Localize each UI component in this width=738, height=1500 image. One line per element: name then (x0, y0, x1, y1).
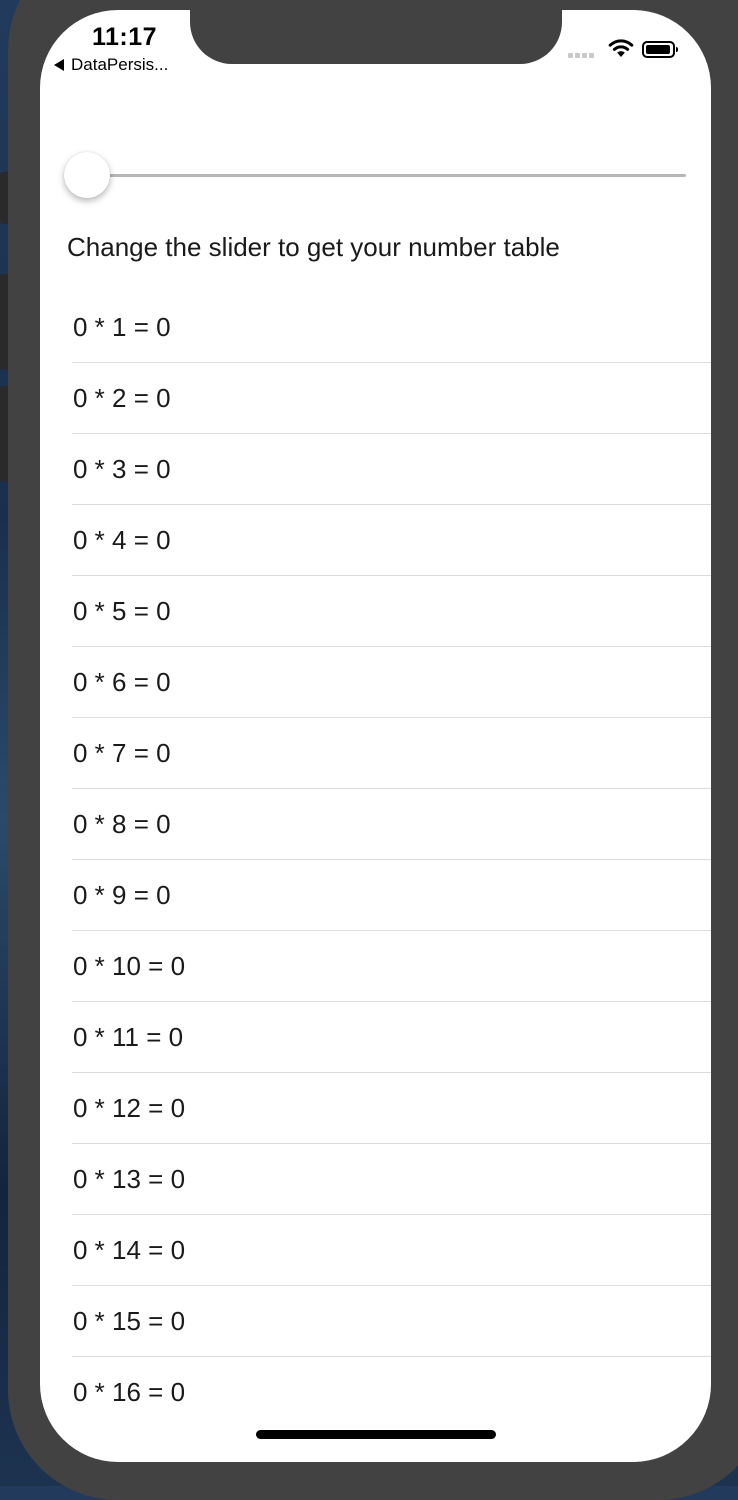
table-row[interactable]: 0 * 16 = 0 (72, 1357, 711, 1427)
table-row[interactable]: 0 * 5 = 0 (72, 576, 711, 647)
battery-icon (642, 41, 678, 58)
wifi-icon (608, 39, 634, 57)
table-row-label: 0 * 6 = 0 (73, 666, 171, 697)
slider-instruction-label: Change the slider to get your number tab… (67, 232, 560, 262)
table-row-label: 0 * 2 = 0 (73, 382, 171, 413)
notch (190, 10, 562, 64)
back-arrow-icon (54, 59, 64, 71)
table-row-label: 0 * 11 = 0 (73, 1021, 184, 1052)
table-row-label: 0 * 4 = 0 (73, 524, 171, 555)
table-row[interactable]: 0 * 9 = 0 (72, 860, 711, 931)
slider-track (64, 174, 686, 177)
table-row[interactable]: 0 * 14 = 0 (72, 1215, 711, 1286)
table-row[interactable]: 0 * 7 = 0 (72, 718, 711, 789)
table-row-label: 0 * 7 = 0 (73, 737, 171, 768)
table-row-label: 0 * 13 = 0 (73, 1163, 186, 1194)
table-row[interactable]: 0 * 15 = 0 (72, 1286, 711, 1357)
table-row-label: 0 * 14 = 0 (73, 1234, 186, 1265)
number-slider[interactable] (64, 152, 686, 198)
status-time: 11:17 (92, 23, 158, 51)
table-row-label: 0 * 1 = 0 (73, 311, 171, 342)
table-row[interactable]: 0 * 4 = 0 (72, 505, 711, 576)
table-row[interactable]: 0 * 11 = 0 (72, 1002, 711, 1073)
table-row[interactable]: 0 * 12 = 0 (72, 1073, 711, 1144)
home-indicator[interactable] (256, 1430, 496, 1439)
table-row[interactable]: 0 * 8 = 0 (72, 789, 711, 860)
table-row[interactable]: 0 * 6 = 0 (72, 647, 711, 718)
back-to-app-button[interactable]: DataPersis... (54, 55, 168, 75)
device-screen: 11:17 DataPersis... Change the slider to… (40, 10, 711, 1462)
back-app-label: DataPersis... (71, 55, 169, 74)
slider-thumb[interactable] (64, 152, 110, 198)
table-row-label: 0 * 3 = 0 (73, 453, 171, 484)
table-row[interactable]: 0 * 13 = 0 (72, 1144, 711, 1215)
table-row[interactable]: 0 * 1 = 0 (72, 292, 711, 363)
table-row-label: 0 * 9 = 0 (73, 879, 171, 910)
table-row-label: 0 * 16 = 0 (73, 1376, 186, 1407)
table-row-label: 0 * 12 = 0 (73, 1092, 186, 1123)
table-row-label: 0 * 8 = 0 (73, 808, 171, 839)
number-table-list: 0 * 1 = 0 0 * 2 = 0 0 * 3 = 0 0 * 4 = 0 0 * … (72, 292, 711, 1427)
table-row-label: 0 * 10 = 0 (73, 950, 186, 981)
cellular-signal-icon (568, 53, 594, 58)
table-row[interactable]: 0 * 10 = 0 (72, 931, 711, 1002)
table-row-label: 0 * 15 = 0 (73, 1305, 186, 1336)
table-row[interactable]: 0 * 3 = 0 (72, 434, 711, 505)
table-row-label: 0 * 5 = 0 (73, 595, 171, 626)
table-row[interactable]: 0 * 2 = 0 (72, 363, 711, 434)
